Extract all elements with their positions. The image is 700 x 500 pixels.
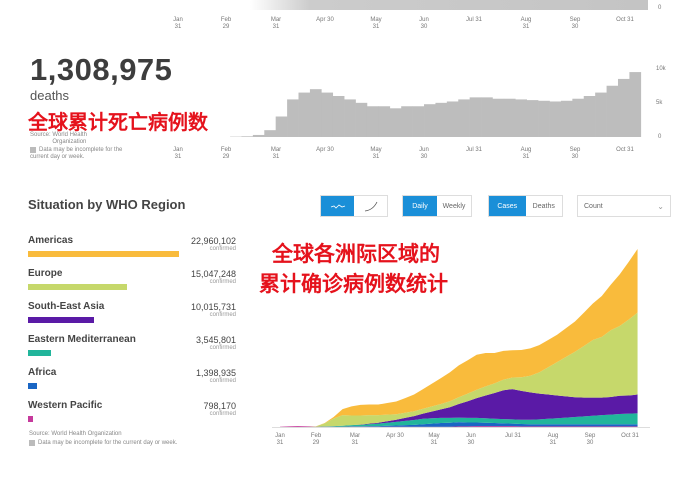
tick-month: Feb bbox=[310, 433, 322, 439]
region-note: Data may be incomplete for the current d… bbox=[29, 440, 177, 447]
region-x-tick: May 31 bbox=[419, 433, 449, 447]
tick-month: May bbox=[428, 433, 440, 439]
region-x-tick: Feb 29 bbox=[301, 433, 331, 447]
tick-day: 31 bbox=[549, 440, 557, 446]
tick-day: 30 bbox=[586, 440, 594, 446]
tick-month: Mar bbox=[349, 433, 361, 439]
incomplete-swatch bbox=[29, 440, 35, 446]
tick-day: 31 bbox=[351, 440, 359, 446]
tick-month: Aug bbox=[547, 433, 559, 439]
tick-month: Jan bbox=[275, 433, 285, 439]
tick-month: Sep bbox=[584, 433, 596, 439]
region-annotation-line1: 全球各洲际区域的 bbox=[272, 242, 440, 266]
region-stacked-chart bbox=[272, 248, 650, 428]
tick-month: Oct 31 bbox=[621, 433, 639, 439]
region-annotation-line2: 累计确诊病例数统计 bbox=[259, 272, 448, 296]
region-x-tick: Jul 31 bbox=[498, 433, 528, 440]
region-x-tick: Jun 30 bbox=[456, 433, 486, 447]
tick-day: 31 bbox=[276, 440, 284, 446]
tick-month: Jun bbox=[466, 433, 476, 439]
region-x-tick: Mar 31 bbox=[340, 433, 370, 447]
region-x-tick: Sep 30 bbox=[575, 433, 605, 447]
region-x-tick: Apr 30 bbox=[380, 433, 410, 440]
note-text: Data may be incomplete for the current d… bbox=[38, 440, 178, 446]
region-x-tick: Aug 31 bbox=[538, 433, 568, 447]
tick-month: Apr 30 bbox=[386, 433, 404, 439]
region-x-tick: Jan 31 bbox=[265, 433, 295, 447]
tick-day: 31 bbox=[430, 440, 438, 446]
tick-month: Jul 31 bbox=[504, 433, 521, 439]
tick-day: 30 bbox=[467, 440, 475, 446]
region-x-tick: Oct 31 bbox=[615, 433, 645, 440]
tick-day: 29 bbox=[312, 440, 320, 446]
